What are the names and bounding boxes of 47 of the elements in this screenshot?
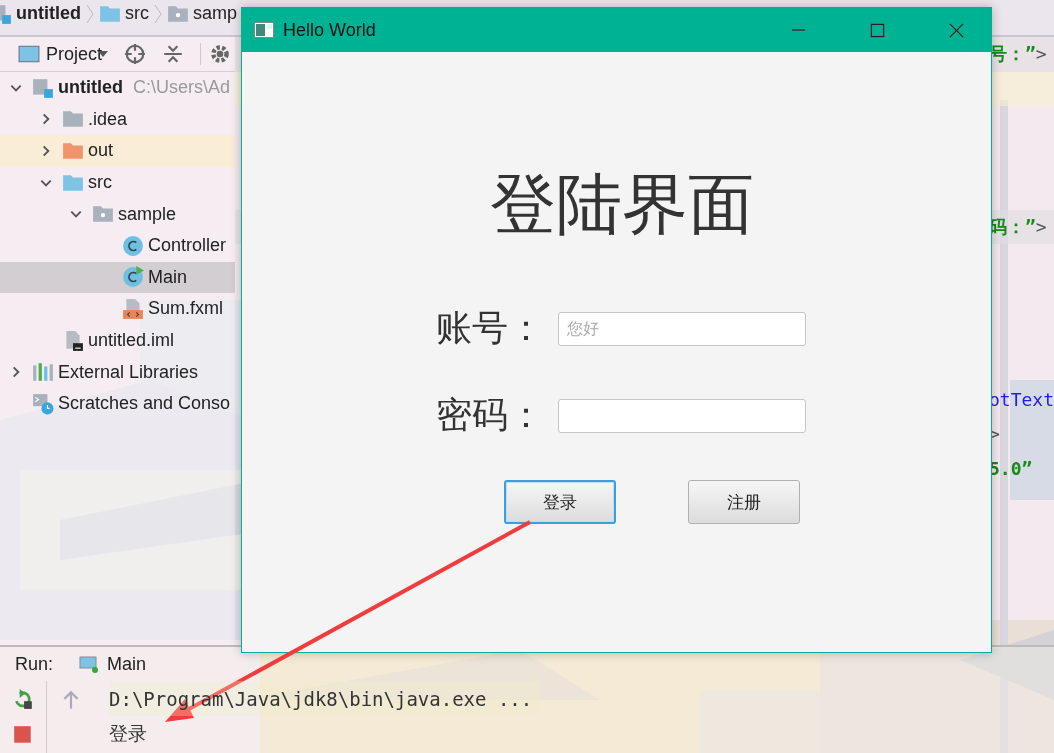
rerun-icon[interactable]: [12, 688, 34, 710]
input-field[interactable]: [557, 398, 806, 433]
close-icon: [948, 22, 964, 38]
tree-item[interactable]: Main: [0, 261, 235, 294]
maximize-icon: [869, 22, 885, 38]
breadcrumb-item[interactable]: src: [97, 2, 151, 25]
window-icon: [254, 22, 274, 38]
input-field[interactable]: 您好: [557, 311, 806, 346]
project-view-dropdown[interactable]: Project: [18, 43, 109, 65]
class-run-icon: [122, 266, 144, 289]
tree-item[interactable]: untitled C:\Users\Ad: [0, 72, 235, 104]
tree-item[interactable]: Controller: [0, 229, 235, 262]
module-icon: [32, 76, 54, 99]
collapse-icon[interactable]: [162, 43, 185, 65]
path-text: C:\Users\Ad: [133, 77, 231, 99]
heading: 登陆界面: [489, 166, 754, 243]
tree-item[interactable]: untitled.iml: [0, 324, 235, 357]
register-button[interactable]: 注册: [687, 480, 800, 524]
tree-item[interactable]: Sum.fxml: [0, 293, 235, 325]
login-button[interactable]: 登录: [503, 480, 616, 524]
tree-item[interactable]: External Libraries: [0, 356, 235, 388]
tree-item[interactable]: .idea: [0, 103, 235, 136]
tree-item[interactable]: src: [0, 166, 235, 199]
console-line: 登录: [109, 720, 148, 746]
class-icon: [122, 234, 144, 257]
separator-icon: [154, 2, 162, 25]
run-config-icon: [79, 654, 100, 674]
separator-icon: [86, 2, 94, 25]
breadcrumb-item[interactable]: samp: [165, 2, 239, 25]
folder-icon: [62, 140, 84, 162]
scratch-console-icon: [32, 392, 54, 415]
libraries-icon: [32, 361, 54, 384]
window-title: Hello World: [283, 19, 376, 41]
settings-icon[interactable]: [200, 43, 232, 65]
tree-item[interactable]: out: [0, 135, 235, 167]
tree-item[interactable]: Scratches and Conso: [0, 387, 235, 420]
field-label: 密码：: [435, 393, 544, 437]
field-label: 账号：: [435, 306, 544, 350]
stop-icon[interactable]: [12, 724, 34, 746]
panel-label: Run:: [15, 653, 54, 675]
minimize-icon: [790, 29, 806, 31]
window-pane-icon: [18, 43, 40, 65]
breadcrumb-item[interactable]: untitled: [0, 2, 83, 25]
tree-item[interactable]: sample: [0, 198, 235, 230]
run-tab[interactable]: Main: [79, 653, 147, 675]
xml-file-icon: [122, 297, 144, 320]
locate-icon[interactable]: [124, 43, 147, 65]
